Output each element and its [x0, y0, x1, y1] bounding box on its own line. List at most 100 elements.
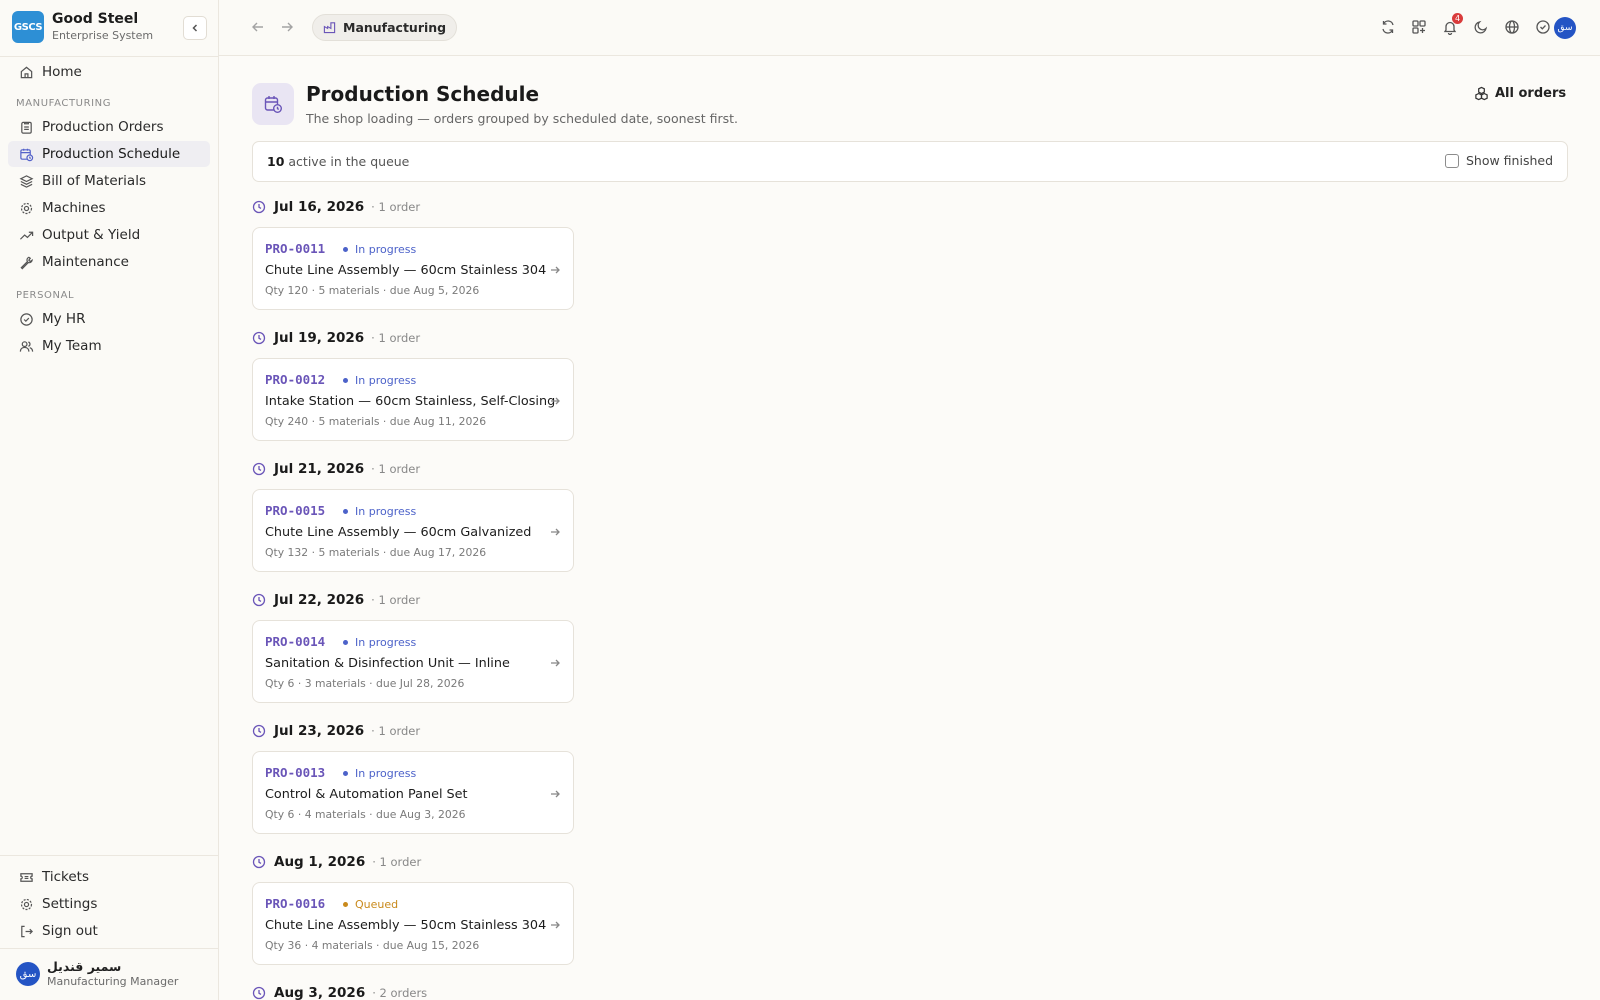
- order-card[interactable]: PRO-0014 In progress Sanitation & Disinfec…: [252, 620, 574, 703]
- sidebar-item-maintenance[interactable]: Maintenance: [8, 249, 210, 275]
- open-order-button[interactable]: [549, 392, 561, 411]
- sign-out-icon: [21, 925, 33, 937]
- order-card[interactable]: PRO-0016 Queued Chute Line Assembly — 50cm…: [252, 882, 574, 965]
- status-badge: In progress: [343, 636, 416, 649]
- show-finished-toggle[interactable]: Show finished: [1444, 153, 1553, 168]
- group-count: · 1 order: [372, 855, 422, 869]
- group-date: Jul 16, 2026: [274, 199, 365, 215]
- sidebar-divider: [0, 56, 219, 57]
- sidebar-item-label: My Team: [42, 338, 102, 354]
- user-role: Manufacturing Manager: [47, 975, 179, 988]
- open-order-button[interactable]: [549, 916, 561, 935]
- show-finished-label: Show finished: [1465, 153, 1553, 168]
- status-label: In progress: [355, 767, 417, 780]
- user-profile[interactable]: سق سمير قنديل Manufacturing Manager: [16, 959, 178, 989]
- back-button[interactable]: [248, 17, 268, 37]
- arrow-right-icon: [551, 659, 560, 667]
- arrow-right-icon: [551, 921, 560, 929]
- boxes-icon: [1475, 86, 1488, 101]
- trend-up-icon: [19, 231, 34, 240]
- avatar[interactable]: سق: [1554, 17, 1576, 39]
- order-code: PRO-0013: [265, 765, 326, 780]
- sidebar-item-tickets[interactable]: Tickets: [8, 864, 210, 890]
- sidebar-item-production-schedule[interactable]: Production Schedule: [8, 141, 210, 167]
- sidebar-item-my-hr[interactable]: My HR: [8, 306, 210, 332]
- status-dot: [343, 902, 348, 907]
- language-button[interactable]: [1502, 17, 1522, 37]
- order-title: Intake Station — 60cm Stainless, Self-Cl…: [265, 394, 556, 409]
- collapse-sidebar-button[interactable]: [183, 16, 207, 40]
- sidebar-item-bill-of-materials[interactable]: Bill of Materials: [8, 168, 210, 194]
- show-finished-checkbox[interactable]: [1444, 153, 1459, 168]
- check-circle-icon: [1536, 20, 1550, 34]
- order-meta: Qty 36 · 4 materials · due Aug 15, 2026: [265, 939, 480, 952]
- arrow-right-icon: [551, 397, 560, 405]
- clock-icon: [252, 593, 266, 607]
- all-orders-label: All orders: [1495, 86, 1567, 101]
- order-title: Chute Line Assembly — 60cm Stainless 304: [265, 263, 547, 278]
- breadcrumb[interactable]: Manufacturing: [312, 14, 458, 41]
- brand[interactable]: GSCS Good Steel Enterprise System: [12, 11, 153, 43]
- open-order-button[interactable]: [549, 785, 561, 804]
- group-count: · 1 order: [371, 331, 421, 345]
- user-name: سمير قنديل: [47, 959, 122, 974]
- order-card[interactable]: PRO-0012 In progress Intake Station — 60cm…: [252, 358, 574, 441]
- order-meta: Qty 6 · 4 materials · due Aug 3, 2026: [265, 808, 466, 821]
- clock-icon: [252, 724, 266, 738]
- sidebar-item-label: Bill of Materials: [42, 173, 146, 189]
- users-icon: [19, 340, 34, 352]
- theme-toggle[interactable]: [1471, 17, 1491, 37]
- arrow-right-icon: [551, 528, 560, 536]
- tasks-button[interactable]: [1533, 17, 1553, 37]
- arrow-right-icon: [551, 790, 560, 798]
- order-card[interactable]: PRO-0013 In progress Control & Automation …: [252, 751, 574, 834]
- order-code: PRO-0012: [265, 372, 326, 387]
- sidebar-item-production-orders[interactable]: Production Orders: [8, 114, 210, 140]
- order-card[interactable]: PRO-0015 In progress Chute Line Assembly —…: [252, 489, 574, 572]
- refresh-button[interactable]: [1378, 17, 1398, 37]
- calendar-clock-icon: [264, 96, 282, 113]
- sidebar-item-machines[interactable]: Machines: [8, 195, 210, 221]
- group-date: Jul 23, 2026: [274, 723, 365, 739]
- arrow-left-icon: [252, 22, 263, 32]
- sidebar-item-home[interactable]: Home: [8, 59, 210, 85]
- order-title: Chute Line Assembly — 50cm Stainless 304: [265, 918, 547, 933]
- calendar-clock-icon: [20, 148, 34, 161]
- section-label-personal: PERSONAL: [16, 290, 75, 301]
- sidebar-item-label: Sign out: [42, 923, 98, 939]
- apps-button[interactable]: [1409, 17, 1429, 37]
- notifications-button[interactable]: 4: [1440, 13, 1463, 37]
- forward-button[interactable]: [277, 17, 297, 37]
- sidebar-item-label: My HR: [42, 311, 86, 327]
- open-order-button[interactable]: [549, 654, 561, 673]
- brand-logo: GSCS: [12, 11, 44, 43]
- sidebar-item-label: Output & Yield: [42, 227, 141, 243]
- clipboard-icon: [21, 121, 32, 134]
- status-badge: In progress: [343, 505, 416, 518]
- check-circle-icon: [20, 312, 33, 326]
- order-meta: Qty 132 · 5 materials · due Aug 17, 2026: [265, 546, 487, 559]
- sidebar-item-my-team[interactable]: My Team: [8, 333, 210, 359]
- date-group-header: Jul 16, 2026 · 1 order: [252, 199, 420, 215]
- all-orders-link[interactable]: All orders: [1474, 86, 1566, 101]
- sidebar-item-sign-out[interactable]: Sign out: [8, 918, 210, 944]
- group-count: · 2 orders: [372, 986, 428, 1000]
- sidebar-item-output-yield[interactable]: Output & Yield: [8, 222, 210, 248]
- order-card[interactable]: PRO-0011 In progress Chute Line Assembly —…: [252, 227, 574, 310]
- queue-count: 10: [267, 154, 285, 169]
- sidebar-divider: [0, 855, 219, 856]
- date-group-header: Jul 19, 2026 · 1 order: [252, 330, 420, 346]
- open-order-button[interactable]: [549, 261, 561, 280]
- clock-icon: [252, 855, 266, 869]
- open-order-button[interactable]: [549, 523, 561, 542]
- status-badge: In progress: [343, 767, 416, 780]
- sidebar-item-label: Settings: [42, 896, 98, 912]
- clock-icon: [252, 200, 266, 214]
- queue-label: active in the queue: [288, 154, 410, 169]
- group-count: · 1 order: [371, 462, 421, 476]
- page-icon: [252, 83, 294, 125]
- sidebar-item-settings[interactable]: Settings: [8, 891, 210, 917]
- status-dot: [343, 247, 348, 252]
- order-meta: Qty 120 · 5 materials · due Aug 5, 2026: [265, 284, 480, 297]
- page-subtitle: The shop loading — orders grouped by sch…: [306, 111, 738, 126]
